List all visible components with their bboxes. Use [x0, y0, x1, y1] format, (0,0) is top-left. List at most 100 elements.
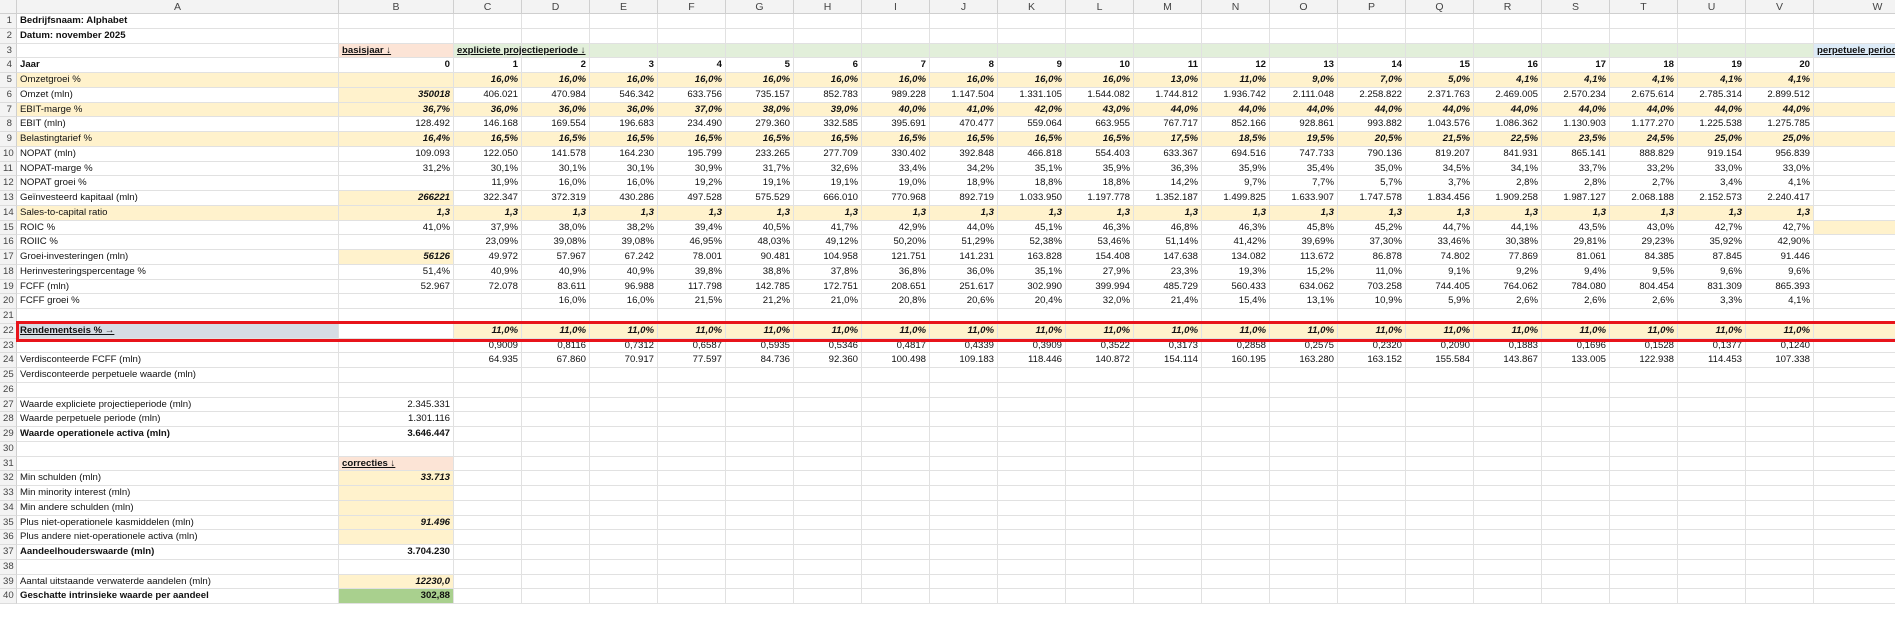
cell-d33[interactable]	[522, 486, 590, 501]
cell-h1[interactable]	[794, 14, 862, 29]
cell-j25[interactable]	[930, 368, 998, 383]
cell-f7[interactable]: 37,0%	[658, 102, 726, 118]
cell-o6[interactable]: 2.111.048	[1270, 87, 1338, 103]
cell-j15[interactable]: 44,0%	[930, 220, 998, 236]
cell-j9[interactable]: 16,5%	[930, 132, 998, 147]
cell-q34[interactable]	[1406, 500, 1474, 516]
cell-n10[interactable]: 694.516	[1202, 146, 1270, 162]
cell-v5[interactable]: 4,1%	[1746, 73, 1814, 88]
cell-g39[interactable]	[726, 574, 794, 590]
cell-a7[interactable]: EBIT-marge %	[17, 102, 339, 118]
cell-c1[interactable]	[454, 14, 522, 29]
cell-f26[interactable]	[658, 382, 726, 398]
cell-b28[interactable]: 1.301.116	[339, 412, 454, 427]
cell-w17[interactable]: 272.259	[1814, 250, 1895, 265]
cell-o12[interactable]: 7,7%	[1270, 176, 1338, 191]
cell-k22[interactable]: 11,0%	[998, 323, 1066, 339]
cell-a13[interactable]: Geïnvesteerd kapitaal (mln)	[17, 191, 339, 206]
cell-j5[interactable]: 16,0%	[930, 73, 998, 88]
cell-j10[interactable]: 392.848	[930, 146, 998, 162]
cell-h35[interactable]	[794, 515, 862, 531]
cell-f25[interactable]	[658, 368, 726, 383]
cell-n31[interactable]	[1202, 456, 1270, 472]
cell-b36[interactable]	[339, 530, 454, 545]
cell-w10[interactable]: 996.069	[1814, 147, 1895, 162]
cell-p36[interactable]	[1338, 530, 1406, 545]
cell-e12[interactable]: 16,0%	[590, 176, 658, 191]
cell-h14[interactable]: 1,3	[794, 205, 862, 221]
cell-v36[interactable]	[1746, 530, 1814, 545]
cell-w4[interactable]	[1814, 58, 1895, 73]
cell-j23[interactable]: 0,4339	[930, 338, 998, 354]
cell-l20[interactable]: 32,0%	[1066, 294, 1134, 309]
cell-p38[interactable]	[1338, 559, 1406, 575]
cell-r13[interactable]: 1.909.258	[1474, 191, 1542, 206]
cell-b25[interactable]	[339, 368, 454, 383]
cell-u10[interactable]: 919.154	[1678, 146, 1746, 162]
cell-n26[interactable]	[1202, 382, 1270, 398]
cell-w7[interactable]: 44,0%	[1814, 102, 1895, 118]
cell-t11[interactable]: 33,2%	[1610, 161, 1678, 177]
cell-s2[interactable]	[1542, 28, 1610, 44]
cell-h23[interactable]: 0,5346	[794, 338, 862, 354]
cell-v40[interactable]	[1746, 589, 1814, 604]
cell-l37[interactable]	[1066, 545, 1134, 560]
cell-s21[interactable]	[1542, 309, 1610, 324]
cell-k14[interactable]: 1,3	[998, 205, 1066, 221]
cell-s10[interactable]: 865.141	[1542, 146, 1610, 162]
cell-n2[interactable]	[1202, 28, 1270, 44]
cell-w9[interactable]: 25,0%	[1814, 132, 1895, 147]
cell-j26[interactable]	[930, 382, 998, 398]
cell-e27[interactable]	[590, 397, 658, 413]
cell-s33[interactable]	[1542, 486, 1610, 501]
cell-p6[interactable]: 2.258.822	[1338, 87, 1406, 103]
cell-r28[interactable]	[1474, 412, 1542, 427]
cell-v12[interactable]: 4,1%	[1746, 176, 1814, 191]
cell-f11[interactable]: 30,9%	[658, 161, 726, 177]
cell-e34[interactable]	[590, 500, 658, 516]
cell-s34[interactable]	[1542, 500, 1610, 516]
cell-q1[interactable]	[1406, 14, 1474, 29]
cell-p27[interactable]	[1338, 397, 1406, 413]
cell-b27[interactable]: 2.345.331	[339, 397, 454, 413]
cell-p28[interactable]	[1338, 412, 1406, 427]
cell-d15[interactable]: 38,0%	[522, 220, 590, 236]
cell-k10[interactable]: 466.818	[998, 146, 1066, 162]
cell-n6[interactable]: 1.936.742	[1202, 87, 1270, 103]
cell-i19[interactable]: 208.651	[862, 279, 930, 295]
cell-o32[interactable]	[1270, 471, 1338, 486]
cell-c6[interactable]: 406.021	[454, 87, 522, 103]
cell-h19[interactable]: 172.751	[794, 279, 862, 295]
cell-c8[interactable]: 146.168	[454, 117, 522, 132]
row-header-10[interactable]: 10	[0, 146, 17, 162]
cell-v27[interactable]	[1746, 397, 1814, 413]
cell-s40[interactable]	[1542, 589, 1610, 604]
cell-w29[interactable]	[1814, 427, 1895, 442]
cell-l19[interactable]: 399.994	[1066, 279, 1134, 295]
cell-t14[interactable]: 1,3	[1610, 205, 1678, 221]
cell-l17[interactable]: 154.408	[1066, 250, 1134, 265]
cell-t28[interactable]	[1610, 412, 1678, 427]
cell-l33[interactable]	[1066, 486, 1134, 501]
cell-h33[interactable]	[794, 486, 862, 501]
cell-g22[interactable]: 11,0%	[726, 323, 794, 339]
cell-v33[interactable]	[1746, 486, 1814, 501]
cell-v29[interactable]	[1746, 427, 1814, 442]
cell-q6[interactable]: 2.371.763	[1406, 87, 1474, 103]
cell-e5[interactable]: 16,0%	[590, 73, 658, 88]
cell-i7[interactable]: 40,0%	[862, 102, 930, 118]
cell-b34[interactable]	[339, 500, 454, 516]
cell-u34[interactable]	[1678, 500, 1746, 516]
cell-c4[interactable]: 1	[454, 58, 522, 73]
cell-k4[interactable]: 9	[998, 58, 1066, 73]
cell-u20[interactable]: 3,3%	[1678, 294, 1746, 309]
cell-i30[interactable]	[862, 441, 930, 457]
cell-r14[interactable]: 1,3	[1474, 205, 1542, 221]
cell-o26[interactable]	[1270, 382, 1338, 398]
cell-e2[interactable]	[590, 28, 658, 44]
cell-e4[interactable]: 3	[590, 58, 658, 73]
cell-r18[interactable]: 9,2%	[1474, 264, 1542, 280]
cell-t31[interactable]	[1610, 456, 1678, 472]
cell-m34[interactable]	[1134, 500, 1202, 516]
cell-t22[interactable]: 11,0%	[1610, 323, 1678, 339]
